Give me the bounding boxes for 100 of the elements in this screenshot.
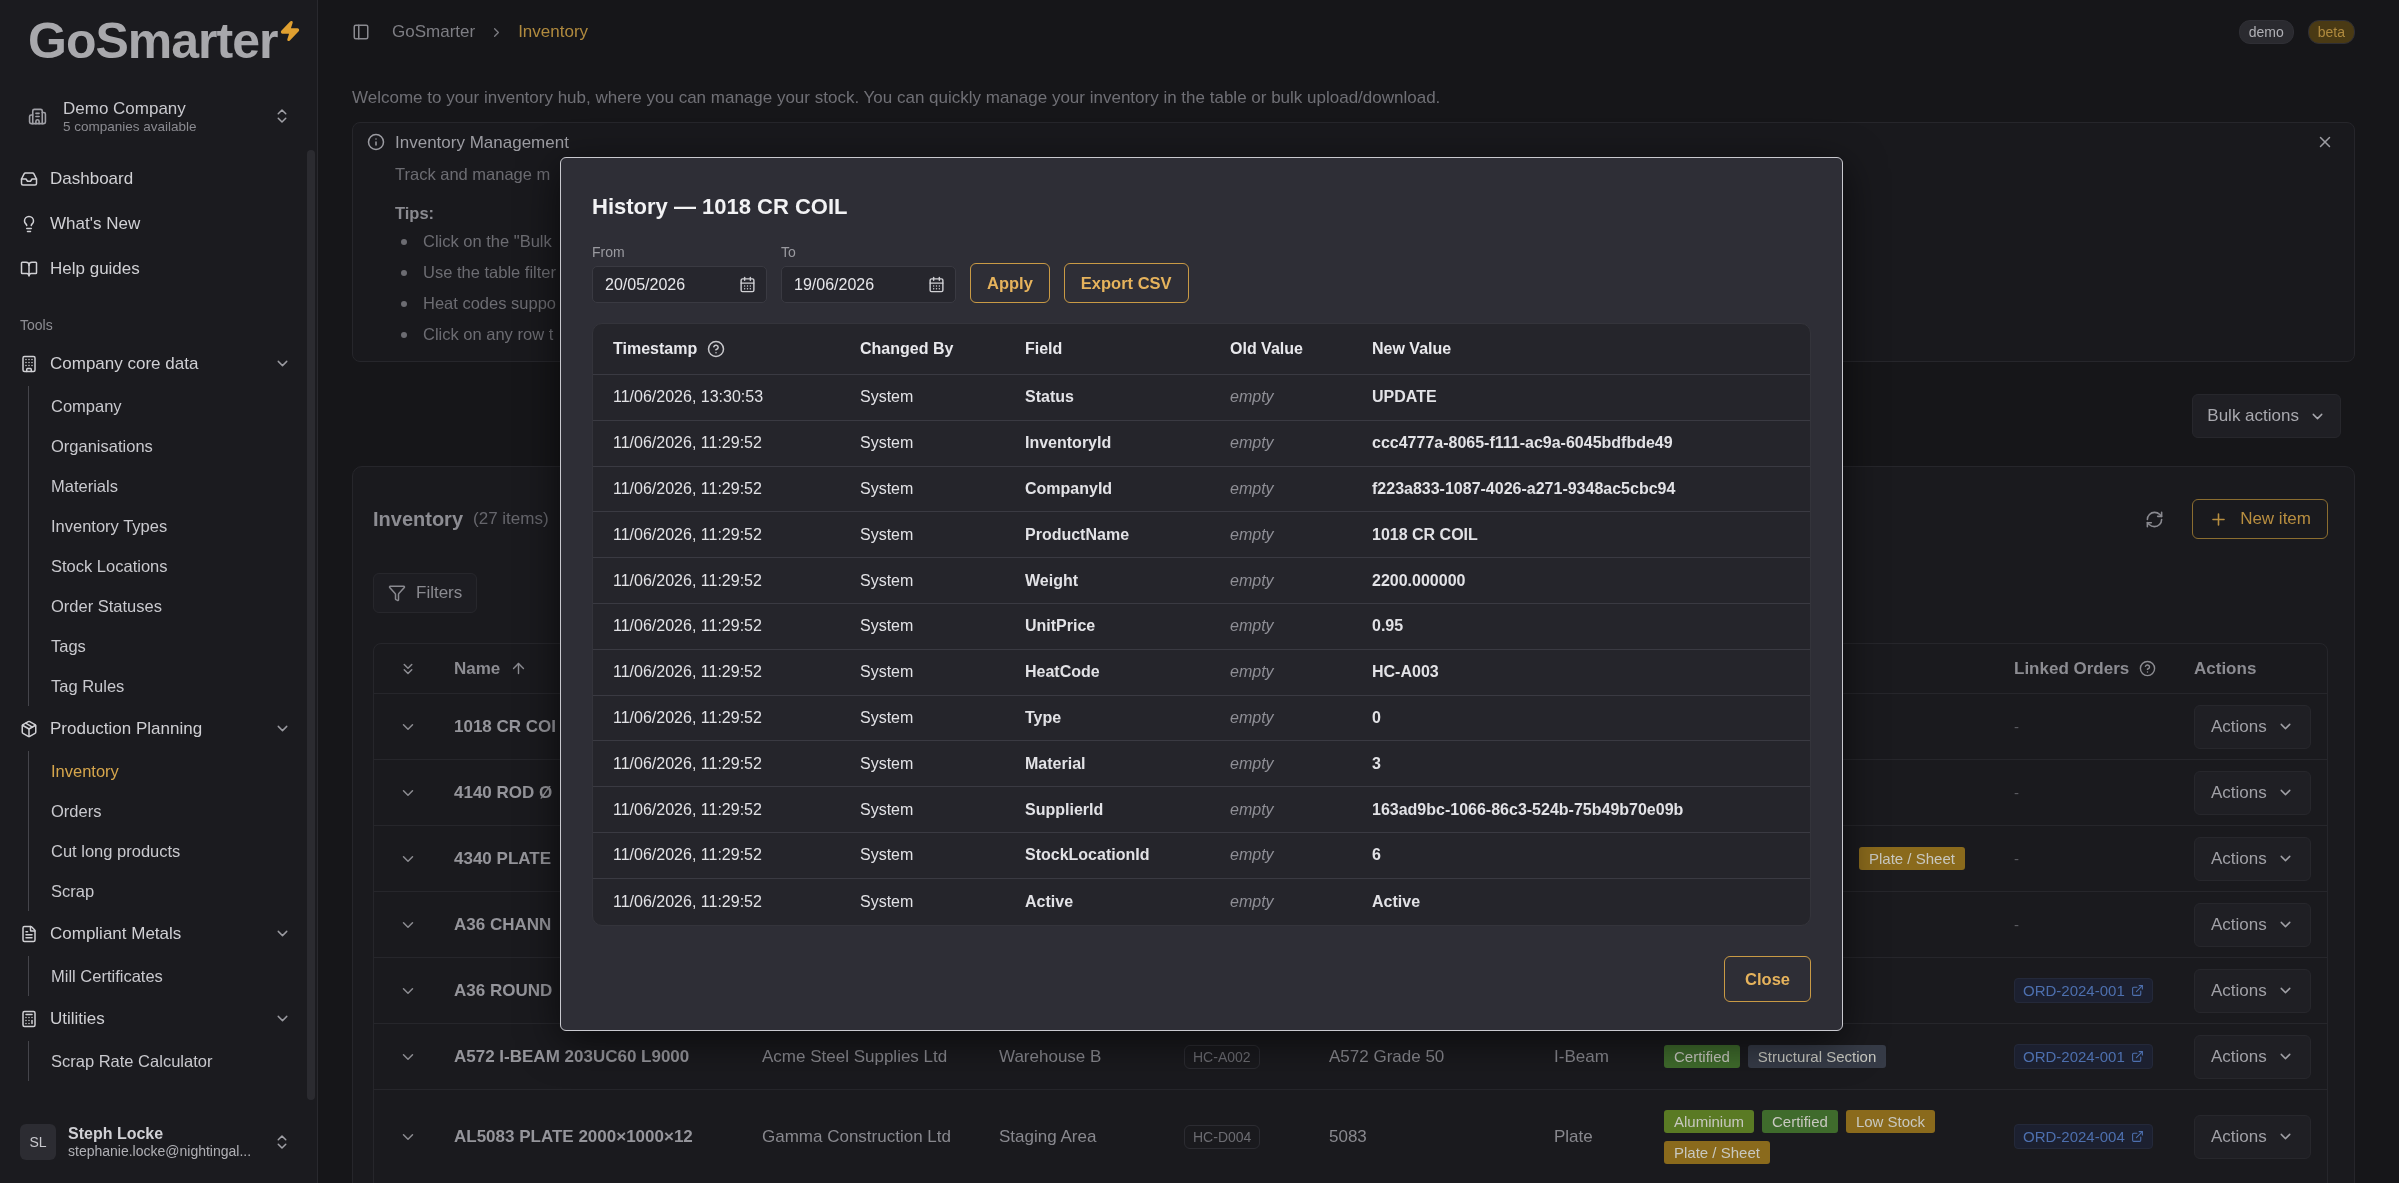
table-cell: System (860, 800, 914, 819)
tag: Certified (1664, 1045, 1740, 1068)
field-label: To (781, 244, 796, 260)
table-cell: System (860, 663, 914, 682)
table-cell: empty (1230, 617, 1274, 636)
table-cell: Warehouse B (999, 1046, 1102, 1067)
filter-icon (388, 584, 406, 602)
user-menu[interactable]: SL Steph Locke stephanie.locke@nightingal... (0, 1115, 317, 1169)
export-csv-button[interactable]: Export CSV (1063, 263, 1189, 303)
table-cell: ccc4777a-8065-f111-ac9a-6045bdfbde49 (1372, 434, 1673, 453)
filters-button[interactable]: Filters (373, 573, 478, 613)
table-cell: empty (1230, 525, 1274, 544)
info-icon (367, 133, 385, 151)
table-cell: Plate (1554, 1126, 1593, 1147)
actions-button[interactable]: Actions (2194, 836, 2311, 881)
inbox-icon (20, 169, 38, 188)
table-cell: - (2014, 784, 2019, 801)
refresh-icon[interactable] (2145, 509, 2165, 529)
nav-group[interactable]: Company core data (0, 341, 317, 386)
table-cell: System (860, 434, 914, 453)
actions-button[interactable]: Actions (2194, 1034, 2311, 1079)
actions-button[interactable]: Actions (2194, 704, 2311, 749)
tag: Plate / Sheet (1664, 1140, 1770, 1164)
help-icon (707, 340, 726, 358)
table-cell: 1018 CR COIL (1372, 525, 1478, 544)
table-cell: CompanyId (1025, 480, 1113, 498)
table-cell: empty (1230, 846, 1274, 865)
table-cell: System (860, 480, 914, 498)
nav-item[interactable]: Organisations (51, 426, 153, 466)
table-cell: empty (1230, 754, 1274, 773)
table-cell: 5083 (1329, 1126, 1367, 1147)
logo-text: GoSmarter (28, 12, 278, 70)
calendar-icon[interactable] (928, 276, 945, 293)
column-header: New Value (1372, 340, 1452, 358)
calendar-icon[interactable] (739, 276, 756, 293)
bullet-icon (401, 238, 407, 245)
date-field[interactable]: 19/06/2026 (781, 266, 956, 303)
nav-group[interactable]: Compliant Metals (0, 911, 317, 956)
actions-button[interactable]: Actions (2194, 902, 2311, 947)
nav-item[interactable]: Scrap (51, 871, 95, 911)
table-cell: A572 Grade 50 (1329, 1046, 1445, 1067)
company-switcher[interactable]: Demo Company 5 companies available (0, 88, 317, 144)
actions-button[interactable]: Actions (2194, 1114, 2311, 1159)
table-cell: 2200.000000 (1372, 571, 1466, 590)
column-header: Timestamp (613, 340, 698, 358)
nav-item[interactable]: Scrap Rate Calculator (51, 1041, 213, 1081)
breadcrumb-link[interactable]: GoSmarter (392, 22, 476, 42)
nav-item[interactable]: Inventory Types (51, 506, 168, 546)
bulk-actions-button[interactable]: Bulk actions (2192, 394, 2341, 438)
nav-group[interactable]: Production Planning (0, 706, 317, 751)
document-icon (20, 924, 38, 943)
nav-item[interactable]: Tags (51, 626, 86, 666)
company-name: Demo Company (63, 98, 187, 119)
table-cell: 11/06/2026, 11:29:52 (613, 434, 762, 453)
nav-item[interactable]: Tag Rules (51, 666, 125, 706)
nav-item[interactable]: Stock Locations (51, 546, 168, 586)
close-button[interactable]: Close (1724, 956, 1811, 1002)
table-cell: 1018 CR COI (454, 716, 557, 737)
nav-item[interactable]: Mill Certificates (51, 956, 163, 996)
nav-item[interactable]: What's New (0, 201, 317, 246)
apply-button[interactable]: Apply (970, 263, 1050, 303)
nav-item[interactable]: Inventory (51, 751, 119, 791)
date-field[interactable]: 20/05/2026 (592, 266, 767, 303)
nav-item[interactable]: Dashboard (0, 156, 317, 201)
nav-item[interactable]: Order Statuses (51, 586, 162, 626)
company-subtitle: 5 companies available (63, 118, 198, 134)
nav-item[interactable]: Orders (51, 791, 102, 831)
nav-item[interactable]: Company (51, 386, 122, 426)
new-item-button[interactable]: New item (2192, 499, 2328, 539)
nav-item[interactable]: Help guides (0, 246, 317, 291)
badge: beta (2307, 20, 2355, 44)
nav-group[interactable]: Utilities (0, 996, 317, 1041)
table-cell: 11/06/2026, 11:29:52 (613, 754, 762, 773)
sidebar-toggle-icon[interactable] (352, 23, 370, 41)
table-cell: Material (1025, 754, 1086, 773)
table-cell: 11/06/2026, 11:29:52 (613, 846, 762, 865)
table-cell: System (860, 571, 914, 590)
breadcrumb-current: Inventory (518, 22, 589, 42)
table-cell: A36 CHANN (454, 914, 552, 935)
actions-button[interactable]: Actions (2194, 968, 2311, 1013)
table-cell: I-Beam (1554, 1046, 1609, 1067)
help-icon (2139, 660, 2157, 677)
intro-text: Welcome to your inventory hub, where you can manage your stock. You can quickly manage your inventory in the table or bulk upload/download. (352, 88, 1442, 108)
building-icon (20, 354, 38, 373)
table-cell: System (860, 754, 914, 773)
table-cell: 6 (1372, 846, 1381, 865)
table-cell: 0.95 (1372, 617, 1404, 636)
actions-button[interactable]: Actions (2194, 770, 2311, 815)
column-header: Field (1025, 340, 1063, 358)
card-title: Inventory (373, 507, 464, 531)
bullet-icon (401, 331, 407, 338)
table-cell: Active (1372, 892, 1421, 911)
table-cell: HC-A003 (1372, 663, 1439, 682)
nav-item[interactable]: Cut long products (51, 831, 181, 871)
table-cell: Weight (1025, 571, 1079, 590)
table-cell: - (2014, 916, 2019, 933)
nav-item[interactable]: Materials (51, 466, 118, 506)
table-cell: Status (1025, 388, 1074, 407)
avatar: SL (20, 1124, 56, 1160)
heat-code-badge: HC-D004 (1184, 1124, 1261, 1149)
